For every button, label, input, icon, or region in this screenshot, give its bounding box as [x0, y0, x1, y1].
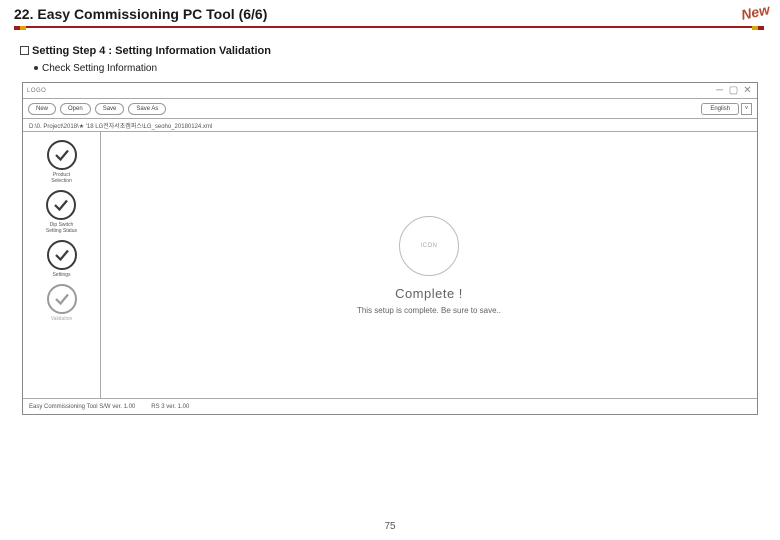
- slide-header: 22. Easy Commissioning PC Tool (6/6) New: [0, 0, 780, 33]
- slide-body: Setting Step 4 : Setting Information Val…: [0, 33, 780, 419]
- save-button[interactable]: Save: [95, 103, 125, 115]
- status-icon-label: ICON: [421, 243, 438, 249]
- close-icon[interactable]: ✕: [742, 86, 753, 96]
- step-label: Validation: [51, 316, 73, 322]
- step-dipswitch[interactable]: Dip SwitchSetting Status: [46, 190, 77, 234]
- open-button[interactable]: Open: [60, 103, 91, 115]
- dot-bullet-icon: [34, 66, 38, 70]
- step-validation[interactable]: Validation: [47, 284, 77, 322]
- tool-window: LOGO ─ ▢ ✕ New Open Save Save As English…: [22, 82, 758, 415]
- saveas-button[interactable]: Save As: [128, 103, 166, 115]
- status-icon: ICON: [399, 216, 459, 276]
- window-controls: ─ ▢ ✕: [714, 86, 753, 96]
- section-heading-text: Setting Step 4 : Setting Information Val…: [32, 45, 271, 57]
- check-circle-icon: [47, 284, 77, 314]
- check-circle-icon: [46, 190, 76, 220]
- step-label: Dip SwitchSetting Status: [46, 222, 77, 234]
- chevron-down-icon[interactable]: ˅: [741, 103, 752, 115]
- window-toolbar: New Open Save Save As English ˅: [23, 99, 757, 119]
- title-underline: [14, 26, 766, 28]
- page-number: 75: [0, 521, 780, 532]
- minimize-icon[interactable]: ─: [714, 86, 725, 96]
- check-circle-icon: [47, 140, 77, 170]
- window-titlebar: LOGO ─ ▢ ✕: [23, 83, 757, 99]
- rs3-version: RS 3 ver. 1.00: [151, 404, 189, 410]
- section-subline-text: Check Setting Information: [42, 63, 157, 74]
- window-logo: LOGO: [27, 88, 46, 94]
- section-subline: Check Setting Information: [34, 63, 762, 74]
- heading-bullet-icon: [20, 46, 29, 55]
- tool-version: Easy Commissioning Tool S/W ver. 1.00: [29, 404, 135, 410]
- step-label: Settings: [52, 272, 70, 278]
- step-settings[interactable]: Settings: [47, 240, 77, 278]
- complete-subtext: This setup is complete. Be sure to save.…: [357, 306, 501, 315]
- complete-title: Complete !: [395, 286, 463, 301]
- slide-title: 22. Easy Commissioning PC Tool (6/6): [14, 6, 766, 22]
- db-path-bar: D:\0. Project\2018\★ '18 LG전자서초캠퍼스\LG_se…: [23, 119, 757, 132]
- step-product-selection[interactable]: ProductSelection: [47, 140, 77, 184]
- window-main: ProductSelection Dip SwitchSetting Statu…: [23, 132, 757, 398]
- step-sidebar: ProductSelection Dip SwitchSetting Statu…: [23, 132, 101, 398]
- maximize-icon[interactable]: ▢: [728, 86, 739, 96]
- step-label: ProductSelection: [51, 172, 72, 184]
- language-label[interactable]: English: [701, 103, 739, 115]
- db-path-text: D:\0. Project\2018\★ '18 LG전자서초캠퍼스\LG_se…: [29, 121, 212, 130]
- section-heading: Setting Step 4 : Setting Information Val…: [20, 45, 762, 57]
- language-selector[interactable]: English ˅: [701, 103, 752, 115]
- status-bar: Easy Commissioning Tool S/W ver. 1.00 RS…: [23, 398, 757, 414]
- check-circle-icon: [47, 240, 77, 270]
- new-badge: New: [740, 1, 771, 23]
- new-button[interactable]: New: [28, 103, 56, 115]
- content-area: ICON Complete ! This setup is complete. …: [101, 132, 757, 398]
